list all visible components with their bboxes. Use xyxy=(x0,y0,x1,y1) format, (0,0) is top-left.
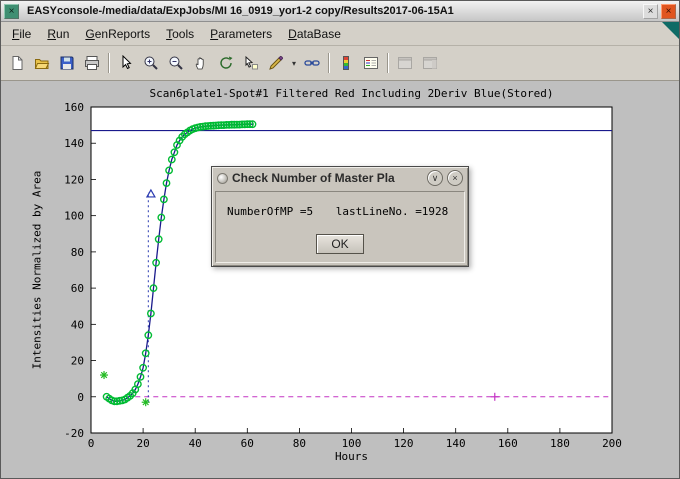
save-figure-button[interactable] xyxy=(55,51,79,75)
hand-icon xyxy=(193,55,209,71)
menu-item-tools[interactable]: Tools xyxy=(159,24,201,44)
svg-text:80: 80 xyxy=(293,437,306,450)
svg-text:40: 40 xyxy=(189,437,202,450)
svg-text:120: 120 xyxy=(394,437,414,450)
svg-text:0: 0 xyxy=(88,437,95,450)
brush-icon xyxy=(268,55,284,71)
figure-area: 0 20 40 60 80 100 120 140 160 180 200 -20 0 20 40 60 80 1… xyxy=(1,81,679,478)
dialog-title: Check Number of Master Pla xyxy=(232,171,423,185)
menubar: File Run GenReports Tools Parameters Dat… xyxy=(1,22,679,46)
svg-text:100: 100 xyxy=(342,437,362,450)
svg-text:120: 120 xyxy=(64,173,84,186)
zoom-in-icon xyxy=(143,55,159,71)
svg-text:20: 20 xyxy=(136,437,149,450)
legend-icon xyxy=(363,55,379,71)
svg-text:-20: -20 xyxy=(64,427,84,440)
dialog-close-button[interactable]: × xyxy=(447,170,463,186)
svg-text:140: 140 xyxy=(64,137,84,150)
menu-item-run[interactable]: Run xyxy=(40,24,76,44)
dialog-field-numberofmp: NumberOfMP =5 xyxy=(227,205,313,218)
hide-plot-tools-button[interactable] xyxy=(393,51,417,75)
x-axis-label: Hours xyxy=(91,450,612,463)
menu-item-database[interactable]: DataBase xyxy=(281,24,348,44)
menu-item-file[interactable]: File xyxy=(5,24,38,44)
window-title: EASYconsole-/media/data/ExpJobs/MI 16_09… xyxy=(27,5,640,17)
print-figure-button[interactable] xyxy=(80,51,104,75)
toolbar: ▾ xyxy=(1,46,679,81)
pan-button[interactable] xyxy=(189,51,213,75)
dialog-collapse-button[interactable]: ∨ xyxy=(427,170,443,186)
link-plot-button[interactable] xyxy=(300,51,324,75)
toolbar-separator xyxy=(328,53,330,73)
dialog-titlebar[interactable]: Check Number of Master Pla ∨ × xyxy=(212,167,468,189)
y-axis-label: Intensities Normalized by Area xyxy=(31,171,44,370)
svg-text:40: 40 xyxy=(71,318,84,331)
zoom-in-button[interactable] xyxy=(139,51,163,75)
svg-text:0: 0 xyxy=(77,391,84,404)
menu-corner-triangle-icon xyxy=(662,22,679,39)
colorbar-icon xyxy=(338,55,354,71)
svg-text:140: 140 xyxy=(446,437,466,450)
hide-plot-tools-icon xyxy=(397,55,413,71)
svg-text:160: 160 xyxy=(498,437,518,450)
data-cursor-button[interactable] xyxy=(239,51,263,75)
dialog-body: NumberOfMP =5 lastLineNo. =1928 OK xyxy=(215,191,465,263)
toolbar-separator xyxy=(108,53,110,73)
ok-button[interactable]: OK xyxy=(316,234,364,254)
svg-text:20: 20 xyxy=(71,355,84,368)
zoom-out-button[interactable] xyxy=(164,51,188,75)
chain-link-icon xyxy=(304,55,320,71)
show-plot-tools-button[interactable] xyxy=(418,51,442,75)
brush-button[interactable] xyxy=(264,51,288,75)
open-folder-icon xyxy=(34,55,50,71)
menu-item-parameters[interactable]: Parameters xyxy=(203,24,279,44)
svg-text:80: 80 xyxy=(71,246,84,259)
new-document-icon xyxy=(9,55,25,71)
zoom-out-icon xyxy=(168,55,184,71)
dialog-field-lastlineno: lastLineNo. =1928 xyxy=(336,205,449,218)
app-window: × EASYconsole-/media/data/ExpJobs/MI 16_… xyxy=(0,0,680,479)
chart-title: Scan6plate1-Spot#1 Filtered Red Includin… xyxy=(91,87,612,100)
svg-text:160: 160 xyxy=(64,101,84,114)
new-figure-button[interactable] xyxy=(5,51,29,75)
data-cursor-icon xyxy=(243,55,259,71)
brush-dropdown-button[interactable]: ▾ xyxy=(289,51,299,75)
svg-text:180: 180 xyxy=(550,437,570,450)
show-plot-tools-icon xyxy=(422,55,438,71)
svg-text:60: 60 xyxy=(241,437,254,450)
svg-text:200: 200 xyxy=(602,437,622,450)
window-close-button[interactable]: × xyxy=(661,4,676,19)
rotate-3d-button[interactable] xyxy=(214,51,238,75)
dialog-check-number-of-master-plates: Check Number of Master Pla ∨ × NumberOfM… xyxy=(211,166,469,267)
menu-item-genreports[interactable]: GenReports xyxy=(78,24,157,44)
insert-legend-button[interactable] xyxy=(359,51,383,75)
window-close-left-button[interactable]: × xyxy=(4,4,19,19)
arrow-cursor-icon xyxy=(118,55,134,71)
svg-text:60: 60 xyxy=(71,282,84,295)
chart-svg[interactable]: 0 20 40 60 80 100 120 140 160 180 200 -20 0 20 40 60 80 1… xyxy=(1,81,679,478)
toolbar-separator xyxy=(387,53,389,73)
edit-plot-button[interactable] xyxy=(114,51,138,75)
svg-text:100: 100 xyxy=(64,210,84,223)
window-shade-button[interactable]: × xyxy=(643,4,658,19)
open-file-button[interactable] xyxy=(30,51,54,75)
dialog-bullet-icon xyxy=(217,173,228,184)
titlebar: × EASYconsole-/media/data/ExpJobs/MI 16_… xyxy=(1,1,679,22)
insert-colorbar-button[interactable] xyxy=(334,51,358,75)
printer-icon xyxy=(84,55,100,71)
rotate-icon xyxy=(218,55,234,71)
dialog-message: NumberOfMP =5 lastLineNo. =1928 xyxy=(227,205,464,218)
floppy-disk-icon xyxy=(59,55,75,71)
